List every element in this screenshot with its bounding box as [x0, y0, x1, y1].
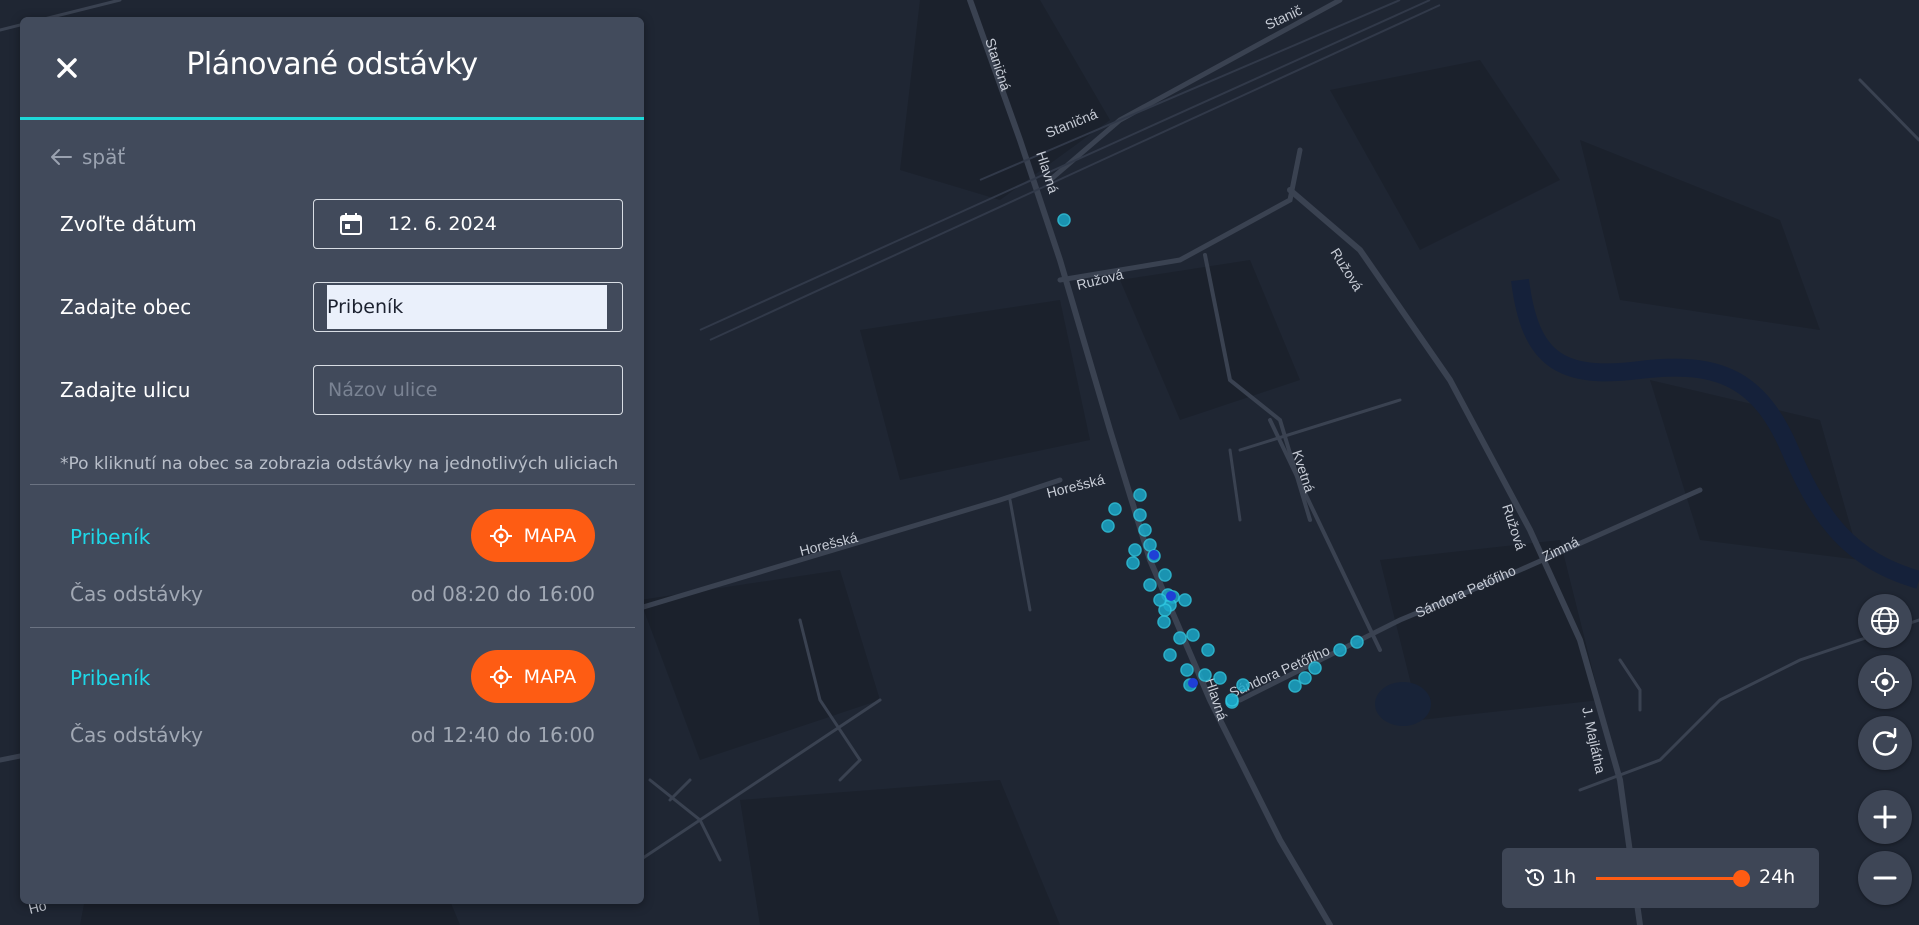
zoom-out-button[interactable] [1858, 851, 1912, 905]
street-row: Zadajte ulicu [60, 365, 625, 417]
outage-point [1138, 523, 1152, 537]
outage-point [1153, 593, 1167, 607]
date-picker[interactable]: 12. 6. 2024 [313, 199, 623, 249]
outage-time: od 12:40 do 16:00 [410, 723, 595, 747]
range-min-label: 1h [1552, 866, 1577, 888]
outages-panel: Plánované odstávky späť Zvoľte dátum 12.… [20, 17, 644, 904]
result-town[interactable]: Pribeník [70, 525, 150, 549]
outage-point [1201, 643, 1215, 657]
town-value: Pribeník [327, 285, 609, 329]
outage-time-label: Čas odstávky [70, 723, 203, 747]
zoom-out-icon [1873, 876, 1897, 880]
date-label: Zvoľte dátum [60, 212, 197, 236]
outage-point [1133, 488, 1147, 502]
outage-point [1101, 519, 1115, 533]
town-row: Zadajte obec Pribeník [60, 282, 625, 334]
result-item: Pribeník MAPA Čas odstávky od 12:40 do 1… [20, 638, 644, 758]
outage-point [1143, 578, 1157, 592]
date-value: 12. 6. 2024 [388, 213, 497, 235]
range-max-label: 24h [1759, 866, 1796, 888]
divider [30, 484, 635, 485]
street-input[interactable] [314, 366, 622, 414]
map-button[interactable]: MAPA [471, 650, 595, 703]
outage-point [1186, 628, 1200, 642]
outage-point [1163, 648, 1177, 662]
outage-point [1143, 538, 1157, 552]
locate-button[interactable] [1858, 655, 1912, 709]
outage-hotspot [1188, 678, 1198, 688]
street-field [313, 365, 623, 415]
outage-hotspot [1166, 591, 1176, 601]
result-item: Pribeník MAPA Čas odstávky od 08:20 do 1… [20, 497, 644, 617]
outage-point [1225, 693, 1239, 707]
map-button[interactable]: MAPA [471, 509, 595, 562]
zoom-in-icon [1873, 805, 1897, 829]
street-label: Zadajte ulicu [60, 378, 191, 402]
outage-time-label: Čas odstávky [70, 582, 203, 606]
target-icon [489, 524, 512, 547]
outage-point [1298, 671, 1312, 685]
town-label: Zadajte obec [60, 295, 192, 319]
panel-header: Plánované odstávky [20, 17, 644, 120]
result-town[interactable]: Pribeník [70, 666, 150, 690]
outage-point [1158, 568, 1172, 582]
globe-button[interactable] [1858, 594, 1912, 648]
outage-hotspot [1149, 550, 1159, 560]
range-slider-thumb[interactable] [1733, 870, 1750, 887]
history-icon [1525, 869, 1544, 887]
map-button-label: MAPA [523, 665, 577, 688]
outage-point [1178, 593, 1192, 607]
outage-point [1350, 635, 1364, 649]
outage-point [1057, 213, 1071, 227]
outage-point [1333, 643, 1347, 657]
outage-point [1173, 631, 1187, 645]
target-icon [489, 665, 512, 688]
outage-point [1157, 615, 1171, 629]
pond [1375, 682, 1431, 726]
outage-point [1308, 661, 1322, 675]
refresh-button[interactable] [1858, 716, 1912, 770]
outage-point [1180, 663, 1194, 677]
outage-time: od 08:20 do 16:00 [410, 582, 595, 606]
outage-point [1128, 543, 1142, 557]
globe-icon [1871, 607, 1899, 635]
zoom-in-button[interactable] [1858, 790, 1912, 844]
outage-point [1236, 678, 1250, 692]
refresh-icon [1872, 728, 1898, 756]
time-range-bar: 1h 24h [1502, 848, 1819, 908]
hint-note: *Po kliknutí na obec sa zobrazia odstávk… [60, 454, 619, 474]
locate-icon [1871, 668, 1899, 696]
outage-point [1213, 671, 1227, 685]
back-link[interactable]: späť [50, 145, 125, 169]
calendar-icon [340, 213, 362, 235]
outage-point [1288, 679, 1302, 693]
panel-title: Plánované odstávky [186, 47, 478, 82]
outage-point [1108, 502, 1122, 516]
outage-point [1198, 668, 1212, 682]
arrow-left-icon [51, 149, 72, 165]
range-slider-track[interactable] [1596, 877, 1741, 880]
outage-point [1126, 556, 1140, 570]
divider [30, 627, 635, 628]
dropdown-arrow-area [607, 285, 620, 329]
map-button-label: MAPA [523, 524, 577, 547]
date-row: Zvoľte dátum 12. 6. 2024 [60, 199, 625, 251]
town-input[interactable]: Pribeník [313, 282, 623, 332]
outage-point [1133, 508, 1147, 522]
back-label: späť [82, 145, 126, 169]
